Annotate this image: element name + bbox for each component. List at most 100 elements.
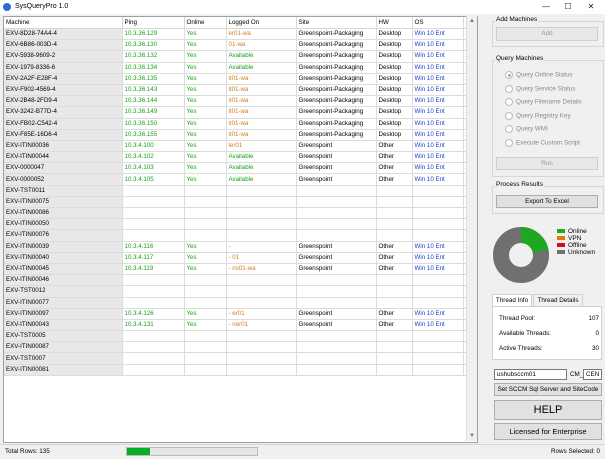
column-header-2[interactable]: Online	[184, 17, 227, 29]
table-row[interactable]: EXV-ITIN00081	[4, 364, 475, 376]
table-row[interactable]: EXV-F85E-16D6-4 10.3.36.155 Yes it01-wa Gree…	[4, 129, 475, 141]
window-title: SysQueryPro 1.0	[15, 3, 69, 10]
table-cell: EXV-ITIN00040	[4, 252, 123, 264]
export-to-excel-button[interactable]: Export To Excel	[496, 195, 598, 208]
table-row[interactable]: EXV-0000052 10.3.4.105 Yes Available Greensp…	[4, 173, 475, 186]
table-row[interactable]: EXV-ITIN00043 10.3.4.131 Yes - ner01 Greensp…	[4, 319, 475, 332]
table-cell: Yes	[184, 62, 227, 74]
table-cell: EXV-ITIN00097	[4, 308, 123, 320]
table-cell	[122, 297, 185, 309]
table-row[interactable]: EXV-TST0011	[4, 185, 475, 197]
table-cell: Yes	[184, 162, 227, 175]
table-row[interactable]: EXV-F902-4569-4 10.3.36.143 Yes it01-wa Gree…	[4, 84, 475, 97]
set-sccm-button[interactable]: Set SCCM Sql Server and SiteCode	[494, 383, 602, 396]
table-cell	[296, 196, 377, 209]
thread-pool-value: 107	[588, 315, 599, 322]
query-option-radio[interactable]: Query Service Status	[505, 84, 576, 95]
maximize-button[interactable]: ☐	[557, 0, 579, 14]
status-donut-chart	[493, 227, 549, 283]
table-row[interactable]: EXV-ITIN00075	[4, 196, 475, 209]
column-header-1[interactable]: Ping	[122, 17, 185, 29]
thread-pool-label: Thread Pool:	[499, 315, 536, 322]
table-row[interactable]: EXV-ITIN00087	[4, 341, 475, 354]
scroll-up-icon[interactable]: ▲	[467, 16, 477, 26]
table-row[interactable]: EXV-1979-8336-6 10.3.36.134 Yes Available Gr…	[4, 62, 475, 74]
column-header-6[interactable]: OS	[412, 17, 464, 29]
legend-label: VPN	[568, 235, 582, 242]
table-cell	[184, 285, 227, 298]
table-row[interactable]: EXV-ITIN00040 10.3.4.117 Yes - 01 Greenspoin…	[4, 252, 475, 264]
table-cell: EXV-TST0007	[4, 352, 123, 365]
query-option-radio[interactable]: Query Filename Details	[505, 98, 582, 108]
table-cell: Win 10 Ent	[412, 95, 464, 108]
table-cell	[226, 229, 297, 242]
table-cell: Win 10 Ent	[412, 106, 464, 119]
table-cell: er01-wa	[226, 28, 297, 41]
scroll-down-icon[interactable]: ▼	[467, 431, 477, 441]
run-button[interactable]: Run	[496, 157, 598, 170]
table-cell: Yes	[184, 50, 227, 63]
table-cell	[376, 297, 413, 309]
add-button[interactable]: Add	[496, 27, 598, 41]
table-row[interactable]: EXV-TST0007	[4, 352, 475, 365]
table-row[interactable]: EXV-ITIN00046	[4, 274, 475, 287]
table-row[interactable]: EXV-2B48-2FD9-4 10.3.36.144 Yes it01-wa Gree…	[4, 95, 475, 108]
column-header-0[interactable]: Machine	[4, 17, 123, 29]
table-row[interactable]: EXV-8D28-74A4-4 10.3.36.129 Yes er01-wa Gree…	[4, 28, 475, 41]
site-code-input[interactable]: CEN	[583, 369, 602, 380]
table-row[interactable]: EXV-0000047 10.3.4.103 Yes Available Greensp…	[4, 162, 475, 175]
table-cell: Win 10 Ent	[412, 241, 464, 253]
table-row[interactable]: EXV-ITIN00086	[4, 207, 475, 220]
table-cell: 10.3.36.150	[122, 118, 185, 130]
table-cell: Greenspoint-Packaging	[296, 129, 377, 141]
table-cell: Desktop	[376, 62, 413, 74]
query-option-radio[interactable]: Query WMI	[505, 125, 548, 135]
column-header-4[interactable]: Site	[296, 17, 377, 29]
table-row[interactable]: EXV-ITIN00036 10.3.4.100 Yes ler01 Greenspoi…	[4, 140, 475, 153]
table-row[interactable]: EXV-5938-9609-2 10.3.36.132 Yes Available Gr…	[4, 50, 475, 63]
tab-thread-details[interactable]: Thread Details	[533, 294, 583, 306]
column-header-5[interactable]: HW	[376, 17, 413, 29]
help-button[interactable]: HELP	[494, 400, 602, 420]
query-option-radio[interactable]: Execute Custom Script	[505, 138, 580, 149]
machine-grid[interactable]: MachinePingOnlineLogged OnSiteHWOSIn EXV…	[3, 16, 478, 443]
table-cell: Desktop	[376, 73, 413, 85]
available-threads-row: Available Threads: 0	[499, 330, 599, 337]
table-cell: -	[226, 241, 297, 253]
table-cell: Desktop	[376, 39, 413, 52]
query-option-radio[interactable]: Query Registry Key	[505, 111, 571, 122]
table-cell: Yes	[184, 241, 227, 253]
table-cell	[184, 330, 227, 343]
table-row[interactable]: EXV-3242-B77D-4 10.3.36.149 Yes it01-wa Gree…	[4, 106, 475, 119]
table-cell: Yes	[184, 84, 227, 97]
table-row[interactable]: EXV-6B86-003D-4 10.3.36.130 Yes 01-wa Greens…	[4, 39, 475, 52]
table-row[interactable]: EXV-ITIN00044 10.3.4.102 Yes Available Green…	[4, 151, 475, 164]
minimize-button[interactable]: —	[535, 0, 557, 14]
table-cell: EXV-ITIN00045	[4, 263, 123, 276]
table-row[interactable]: EXV-2A2F-E28F-4 10.3.36.135 Yes it01-wa Gree…	[4, 73, 475, 85]
table-cell: Win 10 Ent	[412, 28, 464, 41]
table-row[interactable]: EXV-ITIN00097 10.3.4.126 Yes - er01 Greenspo…	[4, 308, 475, 320]
table-row[interactable]: EXV-FB02-C542-4 10.3.36.150 Yes it01-wa Gree…	[4, 118, 475, 130]
grid-vertical-scrollbar[interactable]: ▲ ▼	[466, 16, 477, 441]
table-cell	[226, 352, 297, 365]
table-cell: EXV-2A2F-E28F-4	[4, 73, 123, 85]
sccm-server-input[interactable]: ushubsccm01	[494, 369, 567, 380]
licensed-for-enterprise-button[interactable]: Licensed for Enterprise	[494, 423, 602, 440]
table-cell: Greenspoint	[296, 308, 377, 320]
table-row[interactable]: EXV-ITIN00050	[4, 218, 475, 231]
table-row[interactable]: EXV-TST0005	[4, 330, 475, 343]
table-row[interactable]: EXV-TST0012	[4, 285, 475, 298]
table-row[interactable]: EXV-ITIN00077	[4, 297, 475, 309]
table-row[interactable]: EXV-ITIN00076	[4, 229, 475, 242]
table-row[interactable]: EXV-ITIN00039 10.3.4.116 Yes - Greenspoint Ot…	[4, 241, 475, 253]
close-button[interactable]: ✕	[580, 0, 602, 14]
table-cell: 10.3.4.105	[122, 173, 185, 186]
radio-circle-icon	[505, 125, 513, 133]
query-option-radio[interactable]: Query Online Status	[505, 71, 573, 81]
table-row[interactable]: EXV-ITIN00045 10.3.4.119 Yes - ns01-wa Green…	[4, 263, 475, 276]
column-header-3[interactable]: Logged On	[226, 17, 297, 29]
table-cell: Greenspoint	[296, 319, 377, 332]
title-bar: SysQueryPro 1.0 — ☐ ✕	[0, 0, 605, 14]
table-cell: Other	[376, 151, 413, 164]
